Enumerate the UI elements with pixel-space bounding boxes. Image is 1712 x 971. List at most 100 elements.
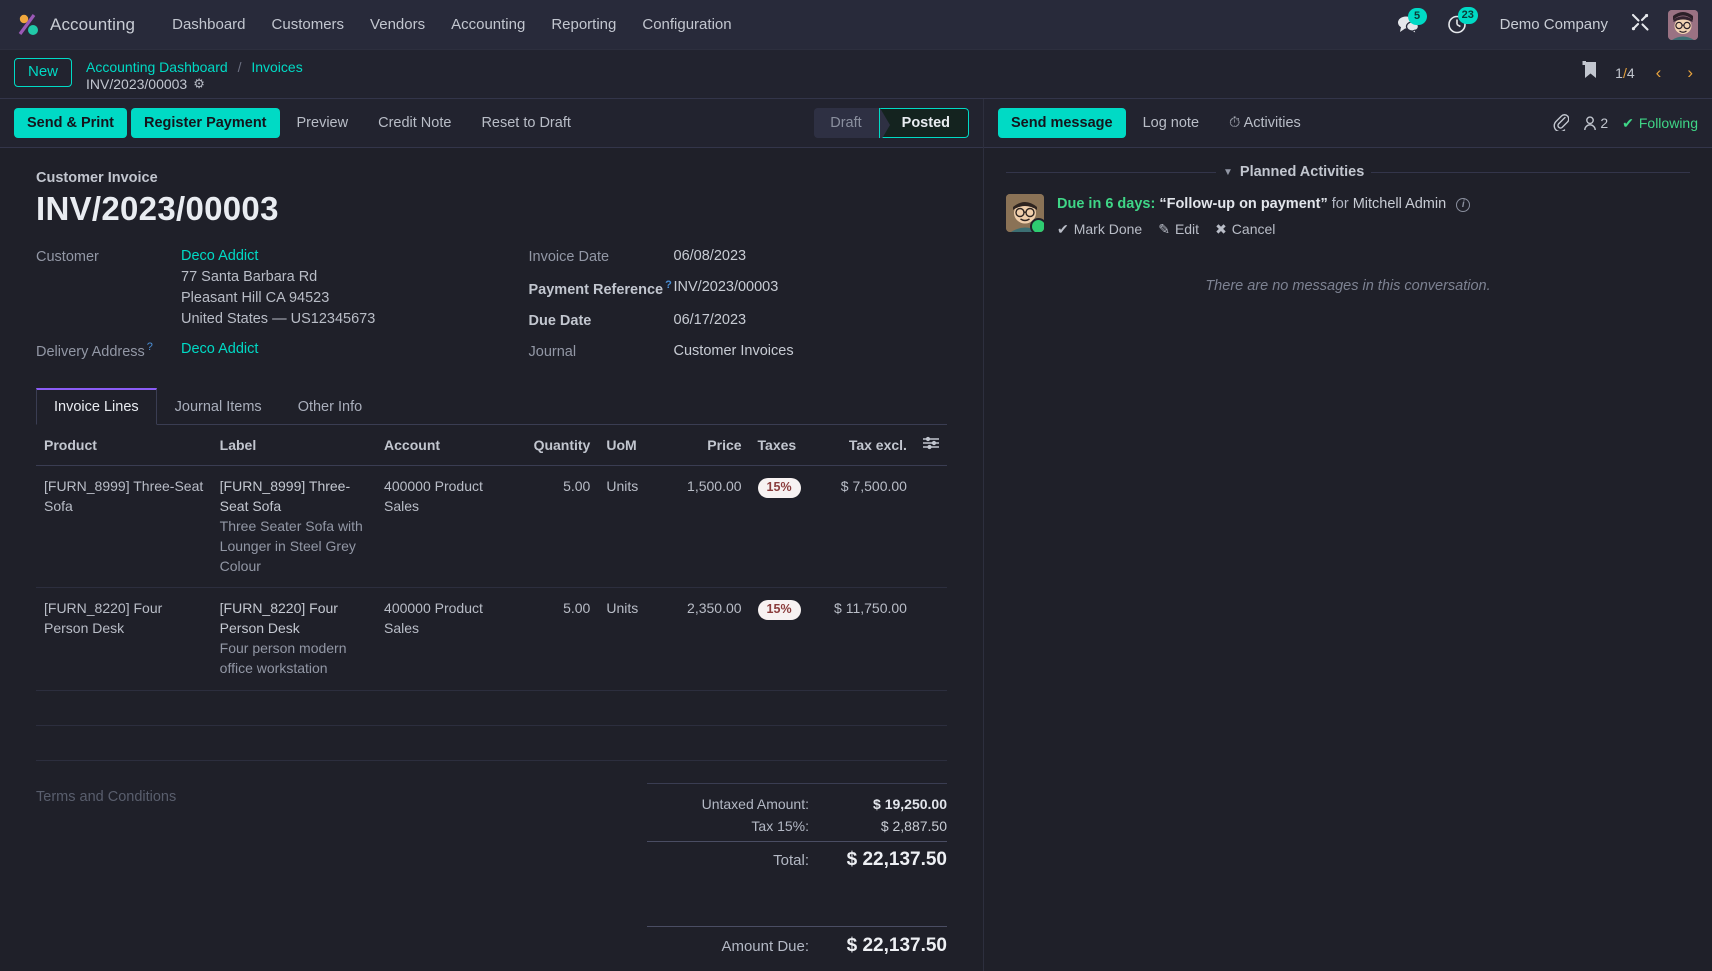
header-price[interactable]: Price: [662, 425, 750, 467]
reset-to-draft-button[interactable]: Reset to Draft: [468, 108, 583, 138]
mark-done-button[interactable]: ✔ Mark Done: [1057, 221, 1142, 238]
cell-quantity[interactable]: 5.00: [525, 465, 599, 589]
form-action-bar: Send & Print Register Payment Preview Cr…: [0, 99, 983, 149]
journal-value[interactable]: Customer Invoices: [674, 341, 794, 363]
cell-taxes[interactable]: 15%: [749, 465, 817, 589]
pager[interactable]: 1/4: [1615, 65, 1634, 81]
activities-button[interactable]: 23: [1447, 7, 1478, 35]
payment-reference-value[interactable]: INV/2023/00003: [674, 277, 779, 301]
invoice-lines-header: Product Label Account Quantity UoM Price…: [36, 425, 947, 467]
company-switcher[interactable]: Demo Company: [1500, 16, 1608, 33]
odoo-logo-icon[interactable]: [14, 10, 44, 40]
table-row[interactable]: [FURN_8999] Three-Seat Sofa [FURN_8999] …: [36, 465, 947, 589]
customer-address-line-3: United States — US12345673: [181, 311, 376, 328]
divider-right: [1371, 171, 1690, 173]
schedule-activity-button[interactable]: ⏱ Activities: [1216, 108, 1314, 138]
optional-columns-dropdown[interactable]: [914, 425, 947, 467]
preview-button[interactable]: Preview: [284, 108, 362, 138]
gear-icon[interactable]: ⚙: [193, 76, 205, 92]
tab-journal-items[interactable]: Journal Items: [157, 388, 280, 425]
cell-price[interactable]: 1,500.00: [662, 465, 750, 589]
attachment-icon[interactable]: [1553, 113, 1570, 134]
developer-tools-button[interactable]: [1630, 12, 1650, 37]
tab-invoice-lines[interactable]: Invoice Lines: [36, 388, 157, 426]
chatter-body: ▼ Planned Activities Due in 6 days: “Fol…: [984, 148, 1712, 310]
form-footer: Terms and Conditions Untaxed Amount: $ 1…: [36, 761, 947, 960]
cancel-label: Cancel: [1231, 221, 1276, 238]
page-title[interactable]: INV/2023/00003: [36, 190, 947, 228]
cancel-activity-button[interactable]: ✖ Cancel: [1215, 221, 1275, 238]
cell-account[interactable]: 400000 Product Sales: [376, 465, 526, 589]
total-label: Total:: [773, 851, 809, 869]
following-toggle[interactable]: ✔ Following: [1622, 115, 1698, 132]
planned-activities-header[interactable]: ▼ Planned Activities: [1006, 164, 1690, 180]
cell-label[interactable]: [FURN_8220] Four Person Desk Four person…: [211, 587, 377, 691]
invoice-date-value[interactable]: 06/08/2023: [674, 246, 747, 268]
cell-uom[interactable]: Units: [598, 465, 663, 589]
nav-item-reporting[interactable]: Reporting: [538, 10, 629, 39]
breadcrumb-item-dashboard[interactable]: Accounting Dashboard: [86, 59, 228, 75]
cell-uom[interactable]: Units: [598, 587, 663, 691]
cell-taxes[interactable]: 15%: [749, 587, 817, 691]
cell-product[interactable]: [FURN_8220] Four Person Desk: [36, 587, 212, 691]
cell-tax-excl: $ 11,750.00: [816, 587, 915, 691]
nav-item-vendors[interactable]: Vendors: [357, 10, 438, 39]
activity-avatar[interactable]: [1006, 194, 1044, 233]
customer-name[interactable]: Deco Addict: [181, 246, 375, 267]
status-step-draft[interactable]: Draft: [814, 108, 891, 139]
previous-record-button[interactable]: ‹: [1651, 63, 1667, 83]
user-avatar[interactable]: [1668, 9, 1698, 40]
nav-item-customers[interactable]: Customers: [259, 10, 358, 39]
next-record-button[interactable]: ›: [1682, 63, 1698, 83]
send-and-print-button[interactable]: Send & Print: [14, 108, 128, 139]
empty-conversation-message: There are no messages in this conversati…: [1205, 277, 1491, 294]
cell-price[interactable]: 2,350.00: [662, 587, 750, 691]
due-date-value[interactable]: 06/17/2023: [674, 310, 747, 332]
app-name[interactable]: Accounting: [50, 15, 135, 35]
header-uom[interactable]: UoM: [598, 425, 663, 467]
cell-quantity[interactable]: 5.00: [525, 587, 599, 691]
table-empty-row[interactable]: [36, 725, 947, 761]
status-step-posted[interactable]: Posted: [878, 108, 969, 139]
followers-button[interactable]: 2: [1583, 115, 1608, 131]
tax-label: Tax 15%:: [751, 817, 809, 834]
nav-item-configuration[interactable]: Configuration: [629, 10, 744, 39]
header-account[interactable]: Account: [376, 425, 526, 467]
terms-and-conditions-field[interactable]: Terms and Conditions: [36, 783, 647, 960]
edit-activity-button[interactable]: ✎ Edit: [1158, 221, 1199, 238]
info-icon[interactable]: i: [1456, 198, 1471, 213]
log-note-button[interactable]: Log note: [1130, 108, 1212, 138]
cell-account[interactable]: 400000 Product Sales: [376, 587, 526, 691]
untaxed-amount-label: Untaxed Amount:: [701, 795, 809, 812]
header-taxes[interactable]: Taxes: [749, 425, 817, 467]
register-payment-button[interactable]: Register Payment: [131, 108, 280, 139]
send-message-button[interactable]: Send message: [998, 108, 1126, 139]
help-icon[interactable]: ?: [665, 279, 672, 291]
credit-note-button[interactable]: Credit Note: [365, 108, 464, 138]
cell-product[interactable]: [FURN_8999] Three-Seat Sofa: [36, 465, 212, 589]
header-label[interactable]: Label: [211, 425, 377, 467]
nav-item-accounting[interactable]: Accounting: [438, 10, 538, 39]
cell-label[interactable]: [FURN_8999] Three-Seat Sofa Three Seater…: [211, 465, 377, 589]
bookmark-icon[interactable]: [1581, 60, 1599, 85]
breadcrumb-item-invoices[interactable]: Invoices: [251, 59, 302, 75]
table-empty-row[interactable]: [36, 690, 947, 726]
help-icon[interactable]: ?: [147, 341, 153, 353]
header-tax-excl[interactable]: Tax excl.: [816, 425, 915, 467]
chevron-down-icon[interactable]: ▼: [1223, 167, 1233, 178]
check-icon: ✔: [1057, 220, 1069, 237]
pager-total: 4: [1626, 64, 1635, 81]
delivery-address-value[interactable]: Deco Addict: [181, 339, 258, 363]
header-product[interactable]: Product: [36, 425, 212, 467]
activity-summary-line: Due in 6 days: “Follow-up on payment” fo…: [1057, 194, 1690, 216]
table-row[interactable]: [FURN_8220] Four Person Desk [FURN_8220]…: [36, 587, 947, 691]
messages-button[interactable]: 5: [1397, 7, 1427, 35]
messages-badge: 5: [1407, 7, 1427, 25]
planned-activities-title: Planned Activities: [1239, 164, 1365, 181]
header-quantity[interactable]: Quantity: [525, 425, 599, 467]
sliders-icon[interactable]: [922, 436, 939, 454]
nav-item-dashboard[interactable]: Dashboard: [159, 10, 258, 39]
tab-other-info[interactable]: Other Info: [280, 388, 380, 425]
new-record-button[interactable]: New: [14, 58, 73, 87]
close-icon: ✖: [1215, 220, 1227, 237]
